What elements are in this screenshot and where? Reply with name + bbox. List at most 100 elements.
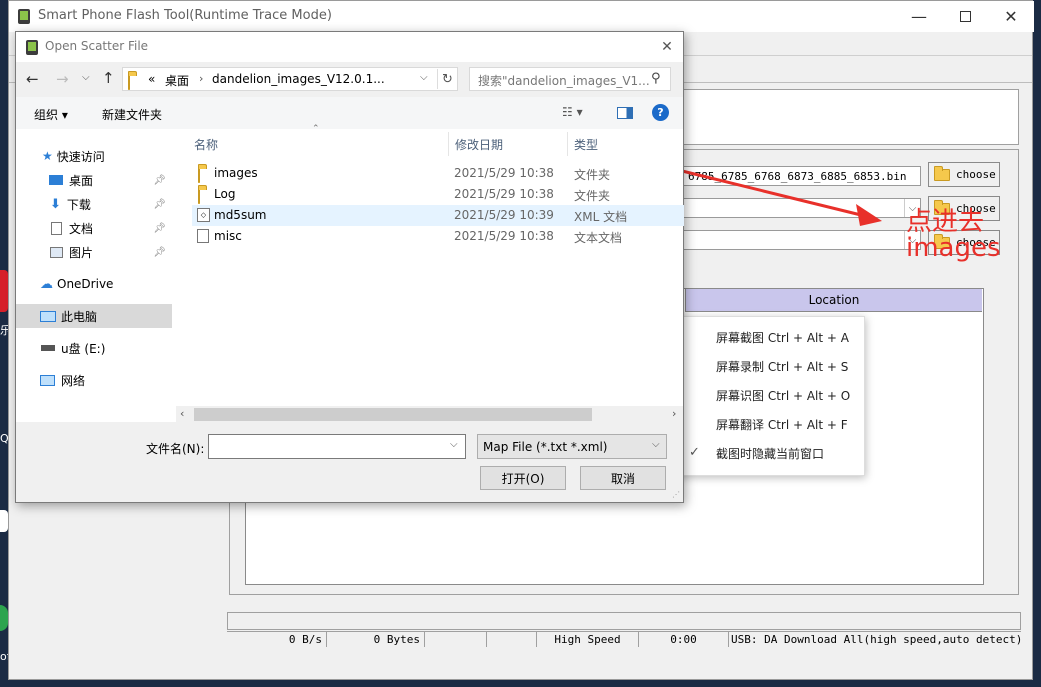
address-prefix: « [148, 72, 156, 86]
filename-label: 文件名(N): [146, 442, 205, 456]
search-icon: ⚲ [651, 71, 661, 86]
search-box[interactable]: 搜索"dandelion_images_V1... ⚲ [469, 67, 671, 91]
menu-item-hide-window[interactable]: ✓ 截图时隐藏当前窗口 [675, 439, 864, 468]
menu-item-translate[interactable]: 屏幕翻译 Ctrl + Alt + F [675, 410, 864, 439]
title-bar: Smart Phone Flash Tool(Runtime Trace Mod… [9, 1, 1034, 32]
folder-icon [198, 188, 200, 204]
desktop-app-icon[interactable] [0, 605, 8, 631]
forward-arrow-icon[interactable]: → [56, 70, 69, 88]
pin-icon: 📌︎ [153, 246, 166, 258]
maximize-icon[interactable] [942, 1, 988, 32]
dialog-close-icon[interactable]: ✕ [656, 36, 678, 58]
scroll-left-icon[interactable]: ‹ [180, 407, 184, 420]
file-name: Log [214, 187, 236, 201]
filename-input[interactable]: ⌵ [208, 434, 466, 459]
file-type: 文本文档 [574, 231, 623, 245]
file-row-images[interactable]: images 2021/5/29 10:38 文件夹 [192, 163, 684, 184]
back-arrow-icon[interactable]: ← [26, 70, 39, 88]
nav-desktop[interactable]: 桌面 📌︎ [16, 168, 172, 192]
nav-documents[interactable]: 文档 📌︎ [16, 216, 172, 240]
drive-icon [41, 345, 55, 351]
navigation-pane: ★ 快速访问 桌面 📌︎ ⬇ 下载 📌︎ 文档 📌︎ 图片 📌︎ ☁ OneDr… [16, 129, 176, 422]
nav-quick-access[interactable]: ★ 快速访问 [16, 144, 172, 168]
file-row-misc[interactable]: misc 2021/5/29 10:38 文本文档 [192, 226, 684, 247]
help-icon[interactable]: ? [652, 104, 669, 121]
menu-item-screenshot[interactable]: 屏幕截图 Ctrl + Alt + A [675, 323, 864, 352]
resize-grip-icon[interactable]: ⋰ [672, 490, 680, 499]
network-icon [40, 374, 55, 386]
view-options-icon[interactable]: ☷ ▾ [562, 105, 583, 119]
up-arrow-icon[interactable]: ↑ [102, 69, 115, 87]
file-row-log[interactable]: Log 2021/5/29 10:38 文件夹 [192, 184, 684, 205]
desktop-app-icon[interactable] [0, 510, 8, 532]
filename-dropdown-icon[interactable]: ⌵ [450, 439, 458, 450]
scroll-right-icon[interactable]: › [672, 407, 676, 420]
preview-pane-icon[interactable] [617, 107, 633, 119]
nav-pictures[interactable]: 图片 📌︎ [16, 240, 172, 264]
location-header-label: Location [808, 293, 860, 307]
location-column-header[interactable]: Location [685, 289, 982, 312]
status-blank [425, 632, 487, 647]
choose-button-1[interactable]: choose [928, 162, 1000, 187]
search-placeholder: 搜索"dandelion_images_V1... [478, 74, 650, 88]
dialog-title-bar: Open Scatter File ✕ [16, 32, 683, 62]
file-date: 2021/5/29 10:38 [454, 187, 554, 201]
text-file-icon [197, 229, 209, 243]
nav-downloads[interactable]: ⬇ 下载 📌︎ [16, 192, 172, 216]
annotation-arrow-head [856, 204, 882, 226]
file-date: 2021/5/29 10:38 [454, 229, 554, 243]
nav-usb-drive[interactable]: u盘 (E:) [16, 336, 172, 360]
address-dropdown-icon[interactable]: ⌵ [420, 72, 428, 83]
menu-item-label: 屏幕识图 Ctrl + Alt + O [716, 389, 851, 403]
address-bar[interactable]: « 桌面 › dandelion_images_V12.0.1... ⌵ ↻ [122, 67, 458, 91]
status-bytes: 0 Bytes [327, 632, 425, 647]
breadcrumb-separator: › [199, 72, 204, 85]
close-icon[interactable]: ✕ [988, 1, 1034, 32]
cancel-button[interactable]: 取消 [580, 466, 666, 490]
status-high-speed: High Speed [537, 632, 639, 647]
organize-menu[interactable]: 组织 ▾ [34, 106, 68, 123]
column-header-modified[interactable]: 修改日期 [450, 132, 568, 156]
filter-value: Map File (*.txt *.xml) [483, 440, 608, 454]
minimize-icon[interactable]: — [896, 1, 942, 32]
column-header-type[interactable]: 类型 [569, 132, 679, 156]
horizontal-scrollbar[interactable]: ‹ › [176, 406, 683, 423]
download-icon: ⬇ [50, 196, 61, 212]
computer-icon [40, 310, 56, 322]
file-type-filter[interactable]: Map File (*.txt *.xml) ⌵ [477, 434, 667, 459]
column-label: 修改日期 [455, 138, 504, 152]
status-time: 0:00 [639, 632, 729, 647]
nav-label: u盘 (E:) [61, 341, 106, 356]
combo-field-3[interactable] [681, 230, 921, 250]
breadcrumb-desktop[interactable]: 桌面 [165, 72, 189, 89]
open-scatter-file-dialog: Open Scatter File ✕ ← → ⌵ ↑ « 桌面 › dande… [15, 31, 684, 503]
new-folder-button[interactable]: 新建文件夹 [102, 106, 162, 123]
nav-onedrive[interactable]: ☁ OneDrive [16, 272, 172, 296]
annotation-text: 点进去 images [906, 206, 1001, 264]
column-label: 名称 [194, 138, 219, 152]
file-type: 文件夹 [574, 189, 611, 203]
nav-network[interactable]: 网络 [16, 368, 172, 392]
file-name: misc [214, 229, 242, 243]
checkmark-icon: ✓ [689, 445, 700, 460]
menu-item-record[interactable]: 屏幕录制 Ctrl + Alt + S [675, 352, 864, 381]
nav-label: OneDrive [57, 277, 114, 291]
nav-this-pc[interactable]: 此电脑 [16, 304, 172, 328]
xml-file-icon: ◇ [197, 208, 210, 222]
file-name: images [214, 166, 258, 180]
progress-bar [227, 612, 1021, 630]
open-button[interactable]: 打开(O) [480, 466, 566, 490]
refresh-icon[interactable]: ↻ [437, 69, 457, 89]
column-header-name[interactable]: 名称 [192, 132, 449, 156]
status-usb: USB: DA Download All(high speed,auto det… [731, 633, 1021, 646]
folder-icon [198, 167, 200, 183]
file-type: 文件夹 [574, 168, 611, 182]
annotation-arrow-line [669, 166, 866, 218]
breadcrumb-folder[interactable]: dandelion_images_V12.0.1... [212, 72, 385, 86]
menu-item-ocr[interactable]: 屏幕识图 Ctrl + Alt + O [675, 381, 864, 410]
recent-dropdown-icon[interactable]: ⌵ [82, 72, 90, 83]
desktop-app-icon[interactable] [0, 270, 8, 312]
screenshot-context-menu: 屏幕截图 Ctrl + Alt + A 屏幕录制 Ctrl + Alt + S … [674, 316, 865, 476]
file-row-md5sum[interactable]: ◇ md5sum 2021/5/29 10:39 XML 文档 [192, 205, 684, 226]
scroll-thumb[interactable] [194, 408, 592, 421]
